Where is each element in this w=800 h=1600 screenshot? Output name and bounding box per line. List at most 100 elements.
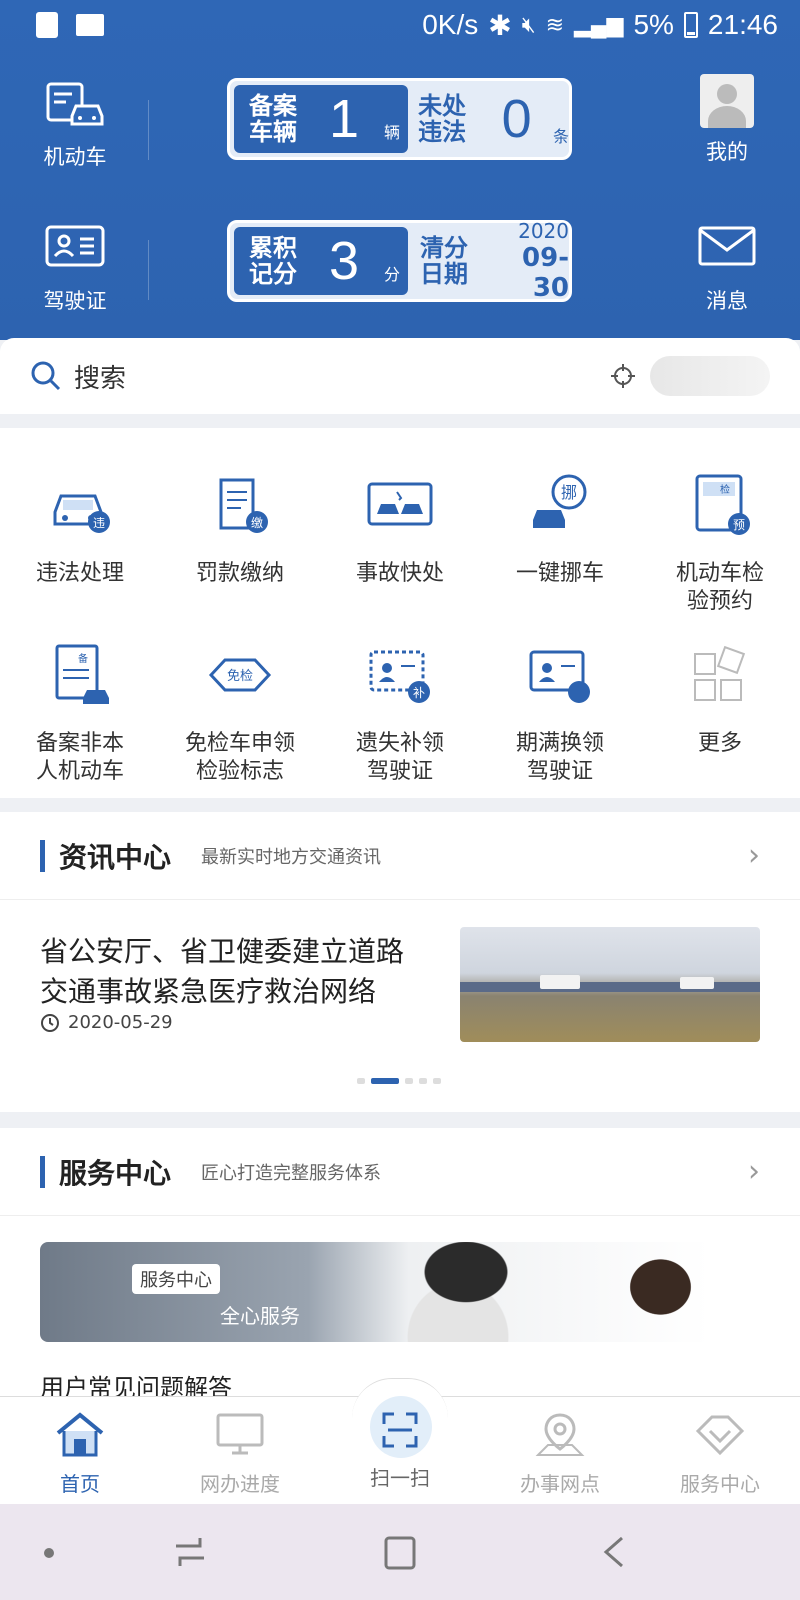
unit-label: 条 [552, 127, 569, 146]
vehicle-icon [46, 82, 104, 126]
network-speed: 0K/s [422, 9, 479, 40]
grid-item-renew[interactable]: 期满换领 驾驶证 [480, 640, 640, 786]
home-nav-icon[interactable] [380, 1532, 420, 1572]
chevron-right-icon[interactable]: › [748, 838, 760, 873]
exempt-badge-icon: 免检 [208, 658, 272, 692]
service-icon [695, 1415, 745, 1456]
signal-icon: ▂▄▆ [574, 12, 624, 37]
bluetooth-icon: ✱ [488, 9, 512, 41]
points-count: 3 [328, 231, 360, 291]
vehicle-summary-card[interactable]: 备案 车辆 1 辆 未处 违法 0 条 [227, 78, 572, 160]
home-icon [56, 1412, 104, 1457]
registered-vehicles-label: 备案 车辆 [249, 92, 297, 146]
grid-item-more[interactable]: 更多 [640, 640, 800, 758]
unit-label: 辆 [384, 123, 401, 142]
chevron-right-icon[interactable]: › [748, 1154, 760, 1189]
locate-icon[interactable] [610, 363, 636, 389]
more-icon [694, 645, 746, 701]
tab-service-center[interactable]: 服务中心 [640, 1411, 800, 1497]
register-car-icon: 备 [55, 644, 109, 704]
mine-button[interactable]: 我的 [652, 74, 800, 166]
clock-icon [41, 1013, 59, 1032]
car-violation-icon: 违 [53, 494, 110, 533]
svg-text:补: 补 [413, 686, 425, 700]
clear-date-label: 清分 日期 [419, 234, 468, 288]
violations-count: 0 [501, 89, 532, 149]
tab-home[interactable]: 首页 [0, 1411, 160, 1497]
nav-dot[interactable] [44, 1548, 54, 1558]
svg-text:备: 备 [78, 652, 88, 665]
points-block: 累积 记分 3 分 [234, 227, 409, 295]
news-date: 2020-05-29 [40, 1012, 173, 1033]
tab-scan[interactable]: 扫一扫 [320, 1410, 480, 1491]
registered-vehicles-block: 备案 车辆 1 辆 [234, 85, 409, 153]
grid-item-exempt[interactable]: 免检 免检车申领 检验标志 [160, 640, 320, 786]
grid-item-violation[interactable]: 违 违法处理 [0, 470, 160, 588]
svg-text:检: 检 [720, 483, 730, 496]
license-summary-card[interactable]: 累积 记分 3 分 清分 日期 2020 09-30 [227, 219, 572, 303]
service-banner[interactable]: 服务中心 全心服务 [40, 1242, 710, 1342]
message-button[interactable]: 消息 [652, 222, 800, 315]
banner-tag: 服务中心 [132, 1264, 220, 1294]
svg-text:免检: 免检 [227, 669, 253, 684]
grid-item-accident[interactable]: 事故快处 [320, 470, 480, 588]
mute-icon: 🔇︎ [521, 12, 536, 37]
alert-icon [36, 12, 58, 38]
avatar [700, 74, 754, 128]
mine-label: 我的 [706, 140, 748, 164]
banner-image [600, 1242, 710, 1342]
message-label: 消息 [706, 289, 748, 313]
monitor-icon [216, 1413, 264, 1455]
news-title: 资讯中心 [59, 840, 172, 874]
section-marker [40, 839, 45, 872]
violations-label: 未处 违法 [418, 92, 467, 146]
news-subtitle: 最新实时地方交通资讯 [201, 846, 382, 868]
section-marker [40, 1155, 45, 1188]
search-icon [31, 361, 61, 391]
divider [148, 240, 149, 300]
divider [148, 100, 149, 160]
search-input[interactable]: 搜索 [74, 358, 126, 395]
accident-icon [367, 482, 433, 526]
back-icon[interactable] [596, 1532, 636, 1572]
svg-text:挪: 挪 [561, 483, 577, 502]
service-header[interactable]: 服务中心 匠心打造完整服务体系 › [0, 1128, 800, 1216]
tab-progress[interactable]: 网办进度 [160, 1411, 320, 1497]
grid-item-move-car[interactable]: 挪 一键挪车 [480, 470, 640, 588]
reissue-license-icon: 补 [369, 650, 430, 703]
grid-item-register[interactable]: 备 备案非本 人机动车 [0, 640, 160, 786]
clock: 21:46 [707, 9, 778, 40]
svg-text:预: 预 [733, 518, 745, 532]
license-label: 驾驶证 [43, 289, 107, 313]
news-image[interactable] [460, 927, 760, 1042]
banner-text: 全心服务 [220, 1304, 300, 1328]
recent-apps-icon[interactable] [170, 1532, 210, 1572]
news-section: 资讯中心 最新实时地方交通资讯 › 省公安厅、省卫健委建立道路 交通事故紧急医疗… [0, 812, 800, 1112]
news-header[interactable]: 资讯中心 最新实时地方交通资讯 › [0, 812, 800, 900]
image-icon [76, 14, 104, 36]
license-button[interactable]: 驾驶证 [0, 222, 150, 315]
clear-date: 2020 09-30 [486, 219, 569, 303]
grid-item-fine[interactable]: 缴 罚款缴纳 [160, 470, 320, 588]
carousel-indicator[interactable] [357, 1078, 441, 1084]
inspection-booking-icon: 检 预 [695, 474, 750, 535]
vehicle-button[interactable]: 机动车 [0, 78, 150, 171]
svg-text:违: 违 [93, 516, 105, 530]
svg-text:缴: 缴 [251, 515, 263, 530]
battery-percent: 5% [633, 9, 674, 40]
service-grid: 违 违法处理 缴 罚款缴纳 事故快处 挪 一键挪车 检 预 机动车检 验预约 备… [0, 428, 800, 798]
search-bar[interactable]: 搜索 [0, 338, 800, 414]
header: 0K/s ✱ 🔇︎ ≋ ▂▄▆ 5% 21:46 机动车 驾驶证 备案 车辆 1… [0, 0, 800, 340]
tab-locations[interactable]: 办事网点 [480, 1411, 640, 1497]
fine-payment-icon: 缴 [219, 478, 268, 533]
scan-icon [382, 1412, 418, 1448]
grid-item-reissue[interactable]: 补 遗失补领 驾驶证 [320, 640, 480, 786]
license-icon [45, 225, 105, 267]
news-headline[interactable]: 省公安厅、省卫健委建立道路 交通事故紧急医疗救治网络 [40, 932, 440, 1012]
clear-date-day: 09-30 [522, 243, 569, 303]
grid-item-inspection[interactable]: 检 预 机动车检 验预约 [640, 470, 800, 616]
banner-image [370, 1242, 530, 1342]
vehicle-label: 机动车 [43, 145, 107, 169]
location-label-blurred[interactable] [650, 356, 770, 396]
clear-date-year: 2020 [518, 219, 569, 243]
